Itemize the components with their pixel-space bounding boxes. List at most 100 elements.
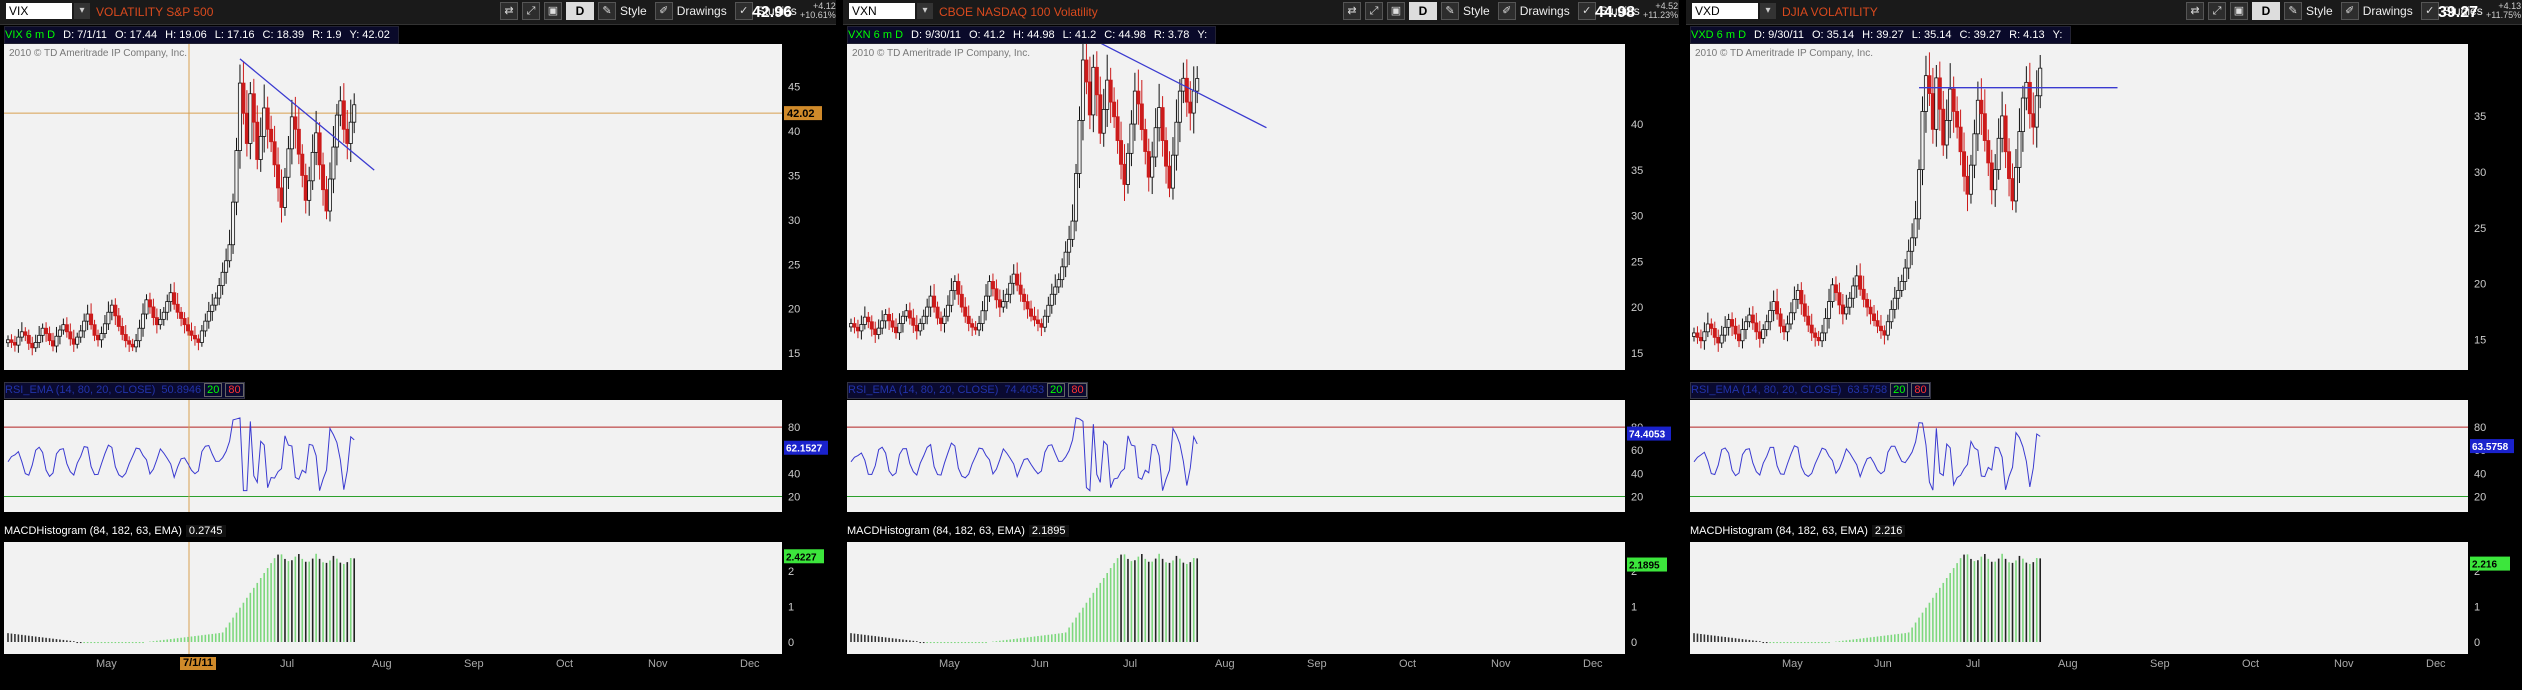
price-pane[interactable]: 2010 © TD Ameritrade IP Company, Inc. <box>1690 44 2468 370</box>
macd-pane[interactable] <box>847 542 1625 654</box>
macd-study-value: 0.2745 <box>185 525 226 537</box>
zoom-icon[interactable]: ⤢ <box>522 2 540 20</box>
candle-body <box>1091 66 1096 116</box>
symbol-input[interactable]: VXD <box>1692 3 1758 19</box>
style-icon[interactable]: ✎ <box>598 2 616 20</box>
menu-icon[interactable]: ▣ <box>2230 2 2248 20</box>
price-pane[interactable]: 2010 © TD Ameritrade IP Company, Inc. <box>4 44 782 370</box>
rsi-pane[interactable] <box>847 400 1625 512</box>
price-tick: 15 <box>788 348 800 360</box>
studies-icon[interactable]: ✓ <box>1577 2 1596 20</box>
candle-body <box>1105 79 1110 110</box>
style-menu[interactable]: Style <box>620 4 647 18</box>
candle-body <box>1944 120 1949 146</box>
drawings-menu[interactable]: Drawings <box>2363 4 2413 18</box>
chevron-down-icon[interactable]: ▾ <box>74 3 90 19</box>
candle-body <box>911 317 916 326</box>
candle-body <box>1788 312 1793 325</box>
candle-body <box>1046 304 1051 317</box>
rsi-oversold-level: 20 <box>1890 383 1909 397</box>
rsi-tick: 20 <box>1631 491 1643 503</box>
price-tick: 30 <box>788 215 800 227</box>
symbol-input[interactable]: VXN <box>849 3 915 19</box>
macd-study-label[interactable]: MACDHistogram (84, 182, 63, EMA) 2.216 <box>1690 524 1906 539</box>
net-change: +4.12 +10.61% <box>800 2 836 20</box>
candle-body <box>876 327 881 335</box>
time-axis-label: Sep <box>1307 658 1327 670</box>
rsi-study-label[interactable]: RSI_EMA (14, 80, 20, CLOSE) 50.8946 20 80 <box>4 382 245 399</box>
info-y: Y: 42.02 <box>349 29 390 41</box>
rsi-pane[interactable] <box>1690 400 2468 512</box>
drawings-icon[interactable]: ✐ <box>2340 2 2359 20</box>
drawings-menu[interactable]: Drawings <box>677 4 727 18</box>
candle-body <box>1896 290 1901 299</box>
rsi-study-value: 74.4053 <box>1004 384 1045 396</box>
candle-body <box>1872 313 1877 322</box>
last-price: 44.98 <box>1595 4 1636 21</box>
candle-body <box>963 306 968 317</box>
time-axis-label: May <box>939 658 960 670</box>
candle-body <box>147 299 152 308</box>
rsi-study-label[interactable]: RSI_EMA (14, 80, 20, CLOSE) 74.4053 20 80 <box>847 382 1088 399</box>
candle-body <box>869 321 874 330</box>
candle-body <box>1972 133 1977 166</box>
macd-pane[interactable] <box>1690 542 2468 654</box>
drawings-menu[interactable]: Drawings <box>1520 4 1570 18</box>
menu-icon[interactable]: ▣ <box>544 2 562 20</box>
menu-icon[interactable]: ▣ <box>1387 2 1405 20</box>
rsi-study-label[interactable]: RSI_EMA (14, 80, 20, CLOSE) 63.5758 20 80 <box>1690 382 1931 399</box>
candle-body <box>1067 238 1072 253</box>
candle-body <box>1778 313 1783 327</box>
candle-body <box>1899 281 1904 291</box>
candle-body <box>904 310 909 317</box>
candle-body <box>973 326 978 331</box>
candle-body <box>1119 140 1124 165</box>
candle-body <box>276 164 281 189</box>
candle-body <box>144 299 149 315</box>
link-icon[interactable]: ⇄ <box>500 2 518 20</box>
rsi-chart-svg <box>4 400 782 512</box>
candle-body <box>296 128 301 155</box>
aggregation-button[interactable]: D <box>1409 2 1437 20</box>
link-icon[interactable]: ⇄ <box>1343 2 1361 20</box>
studies-icon[interactable]: ✓ <box>734 2 753 20</box>
candle-body <box>26 334 31 344</box>
symbol-input[interactable]: VIX <box>6 3 72 19</box>
macd-study-name: MACDHistogram (84, 182, 63, EMA) <box>1690 525 1868 537</box>
macd-study-label[interactable]: MACDHistogram (84, 182, 63, EMA) 0.2745 <box>4 524 226 539</box>
zoom-icon[interactable]: ⤢ <box>2208 2 2226 20</box>
candle-body <box>990 281 995 290</box>
candle-body <box>1833 284 1838 294</box>
candle-body <box>113 304 118 317</box>
chevron-down-icon[interactable]: ▾ <box>917 3 933 19</box>
drawings-icon[interactable]: ✐ <box>1497 2 1516 20</box>
time-axis-label: Oct <box>1399 658 1417 670</box>
rsi-overbought-level: 80 <box>1068 383 1087 397</box>
candle-body <box>1754 322 1759 333</box>
drawings-icon[interactable]: ✐ <box>654 2 673 20</box>
candle-body <box>1930 93 1935 130</box>
candle-body <box>1771 301 1776 311</box>
zoom-icon[interactable]: ⤢ <box>1365 2 1383 20</box>
candle-body <box>33 342 38 349</box>
style-icon[interactable]: ✎ <box>2284 2 2302 20</box>
candle-body <box>1737 333 1742 342</box>
link-icon[interactable]: ⇄ <box>2186 2 2204 20</box>
macd-study-label[interactable]: MACDHistogram (84, 182, 63, EMA) 2.1895 <box>847 524 1069 539</box>
aggregation-button[interactable]: D <box>566 2 594 20</box>
aggregation-button[interactable]: D <box>2252 2 2280 20</box>
studies-icon[interactable]: ✓ <box>2420 2 2439 20</box>
price-pane[interactable]: 2010 © TD Ameritrade IP Company, Inc. <box>847 44 1625 370</box>
rsi-pane[interactable] <box>4 400 782 512</box>
style-menu[interactable]: Style <box>2306 4 2333 18</box>
chart-toolbar: VIX ▾ VOLATILITY S&P 500 ⇄ ⤢ ▣ D ✎ Style ✐ Drawing… <box>0 0 836 25</box>
candle-body <box>96 334 101 341</box>
info-c: C: 39.27 <box>1959 29 2002 41</box>
price-tick: 40 <box>788 126 800 138</box>
candle-body <box>866 316 871 323</box>
style-icon[interactable]: ✎ <box>1441 2 1459 20</box>
style-menu[interactable]: Style <box>1463 4 1490 18</box>
chevron-down-icon[interactable]: ▾ <box>1760 3 1776 19</box>
candle-body <box>977 323 982 331</box>
macd-pane[interactable] <box>4 542 782 654</box>
